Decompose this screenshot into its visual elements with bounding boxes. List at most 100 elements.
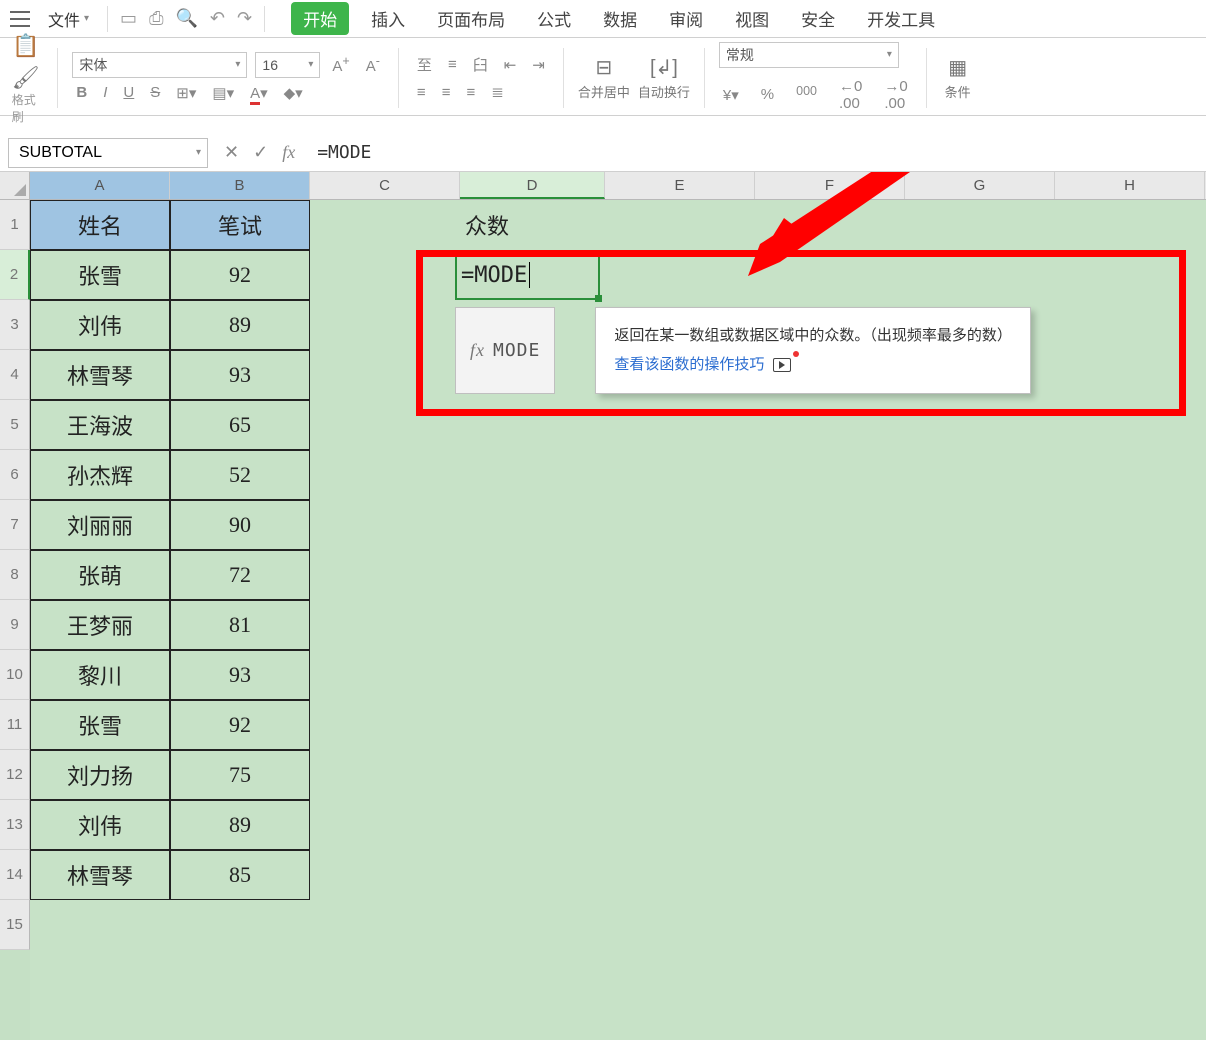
cell-B11[interactable]: 92: [170, 700, 310, 750]
cell-B8[interactable]: 72: [170, 550, 310, 600]
name-box[interactable]: SUBTOTAL ▾: [8, 138, 208, 168]
fx-icon[interactable]: fx: [282, 142, 295, 163]
cell-A3[interactable]: 刘伟: [30, 300, 170, 350]
cell-A14[interactable]: 林雪琴: [30, 850, 170, 900]
worksheet[interactable]: A B C D E F G H 1 2 3 4 5 6 7 8 9 10 11 …: [0, 172, 1206, 1040]
align-left-icon[interactable]: ≡: [413, 82, 430, 103]
align-top-icon[interactable]: ⾄: [413, 52, 436, 77]
col-header-B[interactable]: B: [170, 172, 310, 199]
tab-formulas[interactable]: 公式: [527, 2, 581, 35]
cell-A4[interactable]: 林雪琴: [30, 350, 170, 400]
decrease-indent-icon[interactable]: ⇤: [500, 54, 521, 76]
row-header-2[interactable]: 2: [0, 250, 30, 300]
cell-A5[interactable]: 王海波: [30, 400, 170, 450]
formula-input[interactable]: [311, 138, 1206, 168]
percent-icon[interactable]: %: [757, 84, 778, 105]
tab-review[interactable]: 审阅: [659, 2, 713, 35]
row-header-6[interactable]: 6: [0, 450, 30, 500]
cell-G2[interactable]: [900, 250, 1050, 300]
tab-insert[interactable]: 插入: [361, 2, 415, 35]
col-header-C[interactable]: C: [310, 172, 460, 199]
tab-view[interactable]: 视图: [725, 2, 779, 35]
fill-handle[interactable]: [595, 295, 602, 302]
italic-icon[interactable]: I: [99, 82, 111, 103]
cell-C1[interactable]: [310, 200, 455, 250]
cell-F2[interactable]: [750, 250, 900, 300]
cell-H2[interactable]: [1050, 250, 1200, 300]
row-header-11[interactable]: 11: [0, 700, 30, 750]
col-header-D[interactable]: D: [460, 172, 605, 199]
cell-C2[interactable]: [310, 250, 455, 300]
wrap-text-button[interactable]: [↲] 自动换行: [638, 55, 690, 101]
cell-B14[interactable]: 85: [170, 850, 310, 900]
increase-indent-icon[interactable]: ⇥: [528, 54, 549, 76]
cell-B5[interactable]: 65: [170, 400, 310, 450]
cell-A1[interactable]: 姓名: [30, 200, 170, 250]
cell-B4[interactable]: 93: [170, 350, 310, 400]
increase-decimal-icon[interactable]: ←0.00: [835, 76, 866, 114]
cell-B3[interactable]: 89: [170, 300, 310, 350]
borders-icon[interactable]: ⊞▾: [172, 82, 200, 104]
row-header-14[interactable]: 14: [0, 850, 30, 900]
comma-icon[interactable]: 000: [792, 82, 821, 107]
currency-icon[interactable]: ¥▾: [719, 84, 743, 106]
tab-page-layout[interactable]: 页面布局: [427, 2, 515, 35]
col-header-F[interactable]: F: [755, 172, 905, 199]
select-all-button[interactable]: [0, 172, 30, 200]
tab-developer[interactable]: 开发工具: [857, 2, 945, 35]
cell-D1[interactable]: 众数: [455, 200, 600, 250]
col-header-E[interactable]: E: [605, 172, 755, 199]
highlight-icon[interactable]: ◆▾: [280, 82, 307, 104]
align-center-icon[interactable]: ≡: [438, 82, 455, 103]
cell-B12[interactable]: 75: [170, 750, 310, 800]
cell-H1[interactable]: [1050, 200, 1200, 250]
col-header-H[interactable]: H: [1055, 172, 1205, 199]
cell-A9[interactable]: 王梦丽: [30, 600, 170, 650]
cell-A10[interactable]: 黎川: [30, 650, 170, 700]
conditional-format-button[interactable]: ▦ 条件: [945, 55, 971, 101]
format-painter-button[interactable]: 🖌 格式刷: [12, 65, 40, 125]
merge-center-button[interactable]: ⊟ 合并居中: [578, 55, 630, 101]
cell-B1[interactable]: 笔试: [170, 200, 310, 250]
cancel-edit-icon[interactable]: ✕: [224, 142, 239, 163]
cell-B7[interactable]: 90: [170, 500, 310, 550]
row-header-12[interactable]: 12: [0, 750, 30, 800]
row-header-3[interactable]: 3: [0, 300, 30, 350]
cell-B2[interactable]: 92: [170, 250, 310, 300]
decrease-font-icon[interactable]: A-: [362, 52, 384, 77]
align-middle-icon[interactable]: ≡: [444, 54, 461, 75]
underline-icon[interactable]: U: [119, 82, 138, 103]
cell-A13[interactable]: 刘伟: [30, 800, 170, 850]
col-header-G[interactable]: G: [905, 172, 1055, 199]
cell-E1[interactable]: [600, 200, 750, 250]
row-header-7[interactable]: 7: [0, 500, 30, 550]
row-header-13[interactable]: 13: [0, 800, 30, 850]
app-menu-icon[interactable]: [10, 11, 30, 27]
font-size-select[interactable]: 16 ▾: [255, 52, 320, 78]
redo-icon[interactable]: ↷: [237, 8, 252, 29]
cell-A12[interactable]: 刘力扬: [30, 750, 170, 800]
number-format-select[interactable]: 常规 ▾: [719, 42, 899, 68]
cell-A2[interactable]: 张雪: [30, 250, 170, 300]
cell-A11[interactable]: 张雪: [30, 700, 170, 750]
row-header-8[interactable]: 8: [0, 550, 30, 600]
font-name-select[interactable]: 宋体 ▾: [72, 52, 247, 78]
tab-start[interactable]: 开始: [291, 2, 349, 35]
bold-icon[interactable]: B: [72, 82, 91, 103]
increase-font-icon[interactable]: A+: [328, 52, 353, 77]
row-header-4[interactable]: 4: [0, 350, 30, 400]
tab-data[interactable]: 数据: [593, 2, 647, 35]
cell-F1[interactable]: [750, 200, 900, 250]
fill-color-icon[interactable]: ▤▾: [208, 82, 238, 104]
row-header-15[interactable]: 15: [0, 900, 30, 950]
strikethrough-icon[interactable]: S: [146, 82, 164, 103]
row-header-5[interactable]: 5: [0, 400, 30, 450]
accept-edit-icon[interactable]: ✓: [253, 142, 268, 163]
function-suggestion-item[interactable]: fx MODE: [455, 307, 555, 394]
cell-A7[interactable]: 刘丽丽: [30, 500, 170, 550]
row-header-10[interactable]: 10: [0, 650, 30, 700]
cell-D2-active[interactable]: =MODE: [455, 250, 600, 300]
tab-security[interactable]: 安全: [791, 2, 845, 35]
justify-icon[interactable]: ≣: [487, 81, 508, 103]
cell-A8[interactable]: 张萌: [30, 550, 170, 600]
